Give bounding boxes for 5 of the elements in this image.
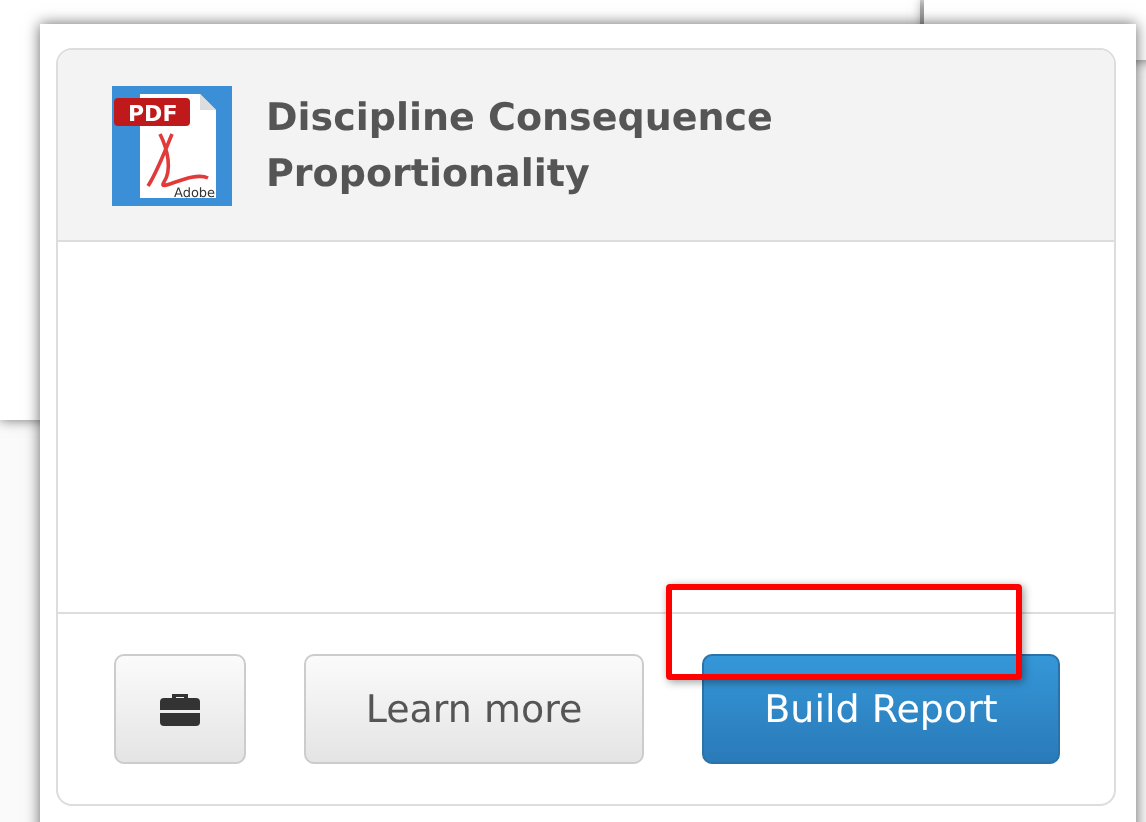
briefcase-icon xyxy=(158,691,202,727)
report-title: Discipline Consequence Proportionality xyxy=(266,93,775,199)
build-report-button[interactable]: Build Report xyxy=(702,654,1060,764)
learn-more-button[interactable]: Learn more xyxy=(304,654,644,764)
briefcase-button[interactable] xyxy=(114,654,246,764)
